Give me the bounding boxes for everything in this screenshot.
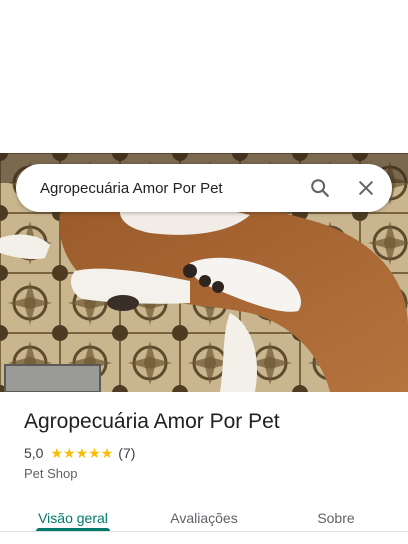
tab-about[interactable]: Sobre <box>290 496 382 540</box>
rating-stars: ★ ★ ★ ★ ★ <box>50 446 113 460</box>
place-tabs: Visão geral Avaliações Sobre <box>0 496 408 540</box>
search-icon[interactable] <box>300 168 340 208</box>
rating-row[interactable]: 5,0 ★ ★ ★ ★ ★ (7) <box>24 445 135 461</box>
star-icon: ★ <box>88 445 101 461</box>
star-icon: ★ <box>100 445 114 461</box>
search-bar[interactable]: Agropecuária Amor Por Pet <box>16 164 392 212</box>
star-icon: ★ <box>75 445 89 461</box>
map-blank-area <box>0 0 408 153</box>
tab-overview[interactable]: Visão geral <box>16 496 130 540</box>
place-info-panel: Agropecuária Amor Por Pet 5,0 ★ ★ ★ ★ ★ … <box>0 392 408 544</box>
place-category[interactable]: Pet Shop <box>24 466 78 481</box>
reviews-count[interactable]: (7) <box>118 445 135 461</box>
rating-value: 5,0 <box>24 445 44 461</box>
close-icon[interactable] <box>346 168 386 208</box>
search-input[interactable]: Agropecuária Amor Por Pet <box>40 180 300 197</box>
tab-reviews[interactable]: Avaliações <box>148 496 260 540</box>
star-icon: ★ <box>50 445 64 461</box>
place-title: Agropecuária Amor Por Pet <box>24 410 280 433</box>
star-icon: ★ <box>63 445 76 461</box>
tabs-divider <box>0 531 408 532</box>
